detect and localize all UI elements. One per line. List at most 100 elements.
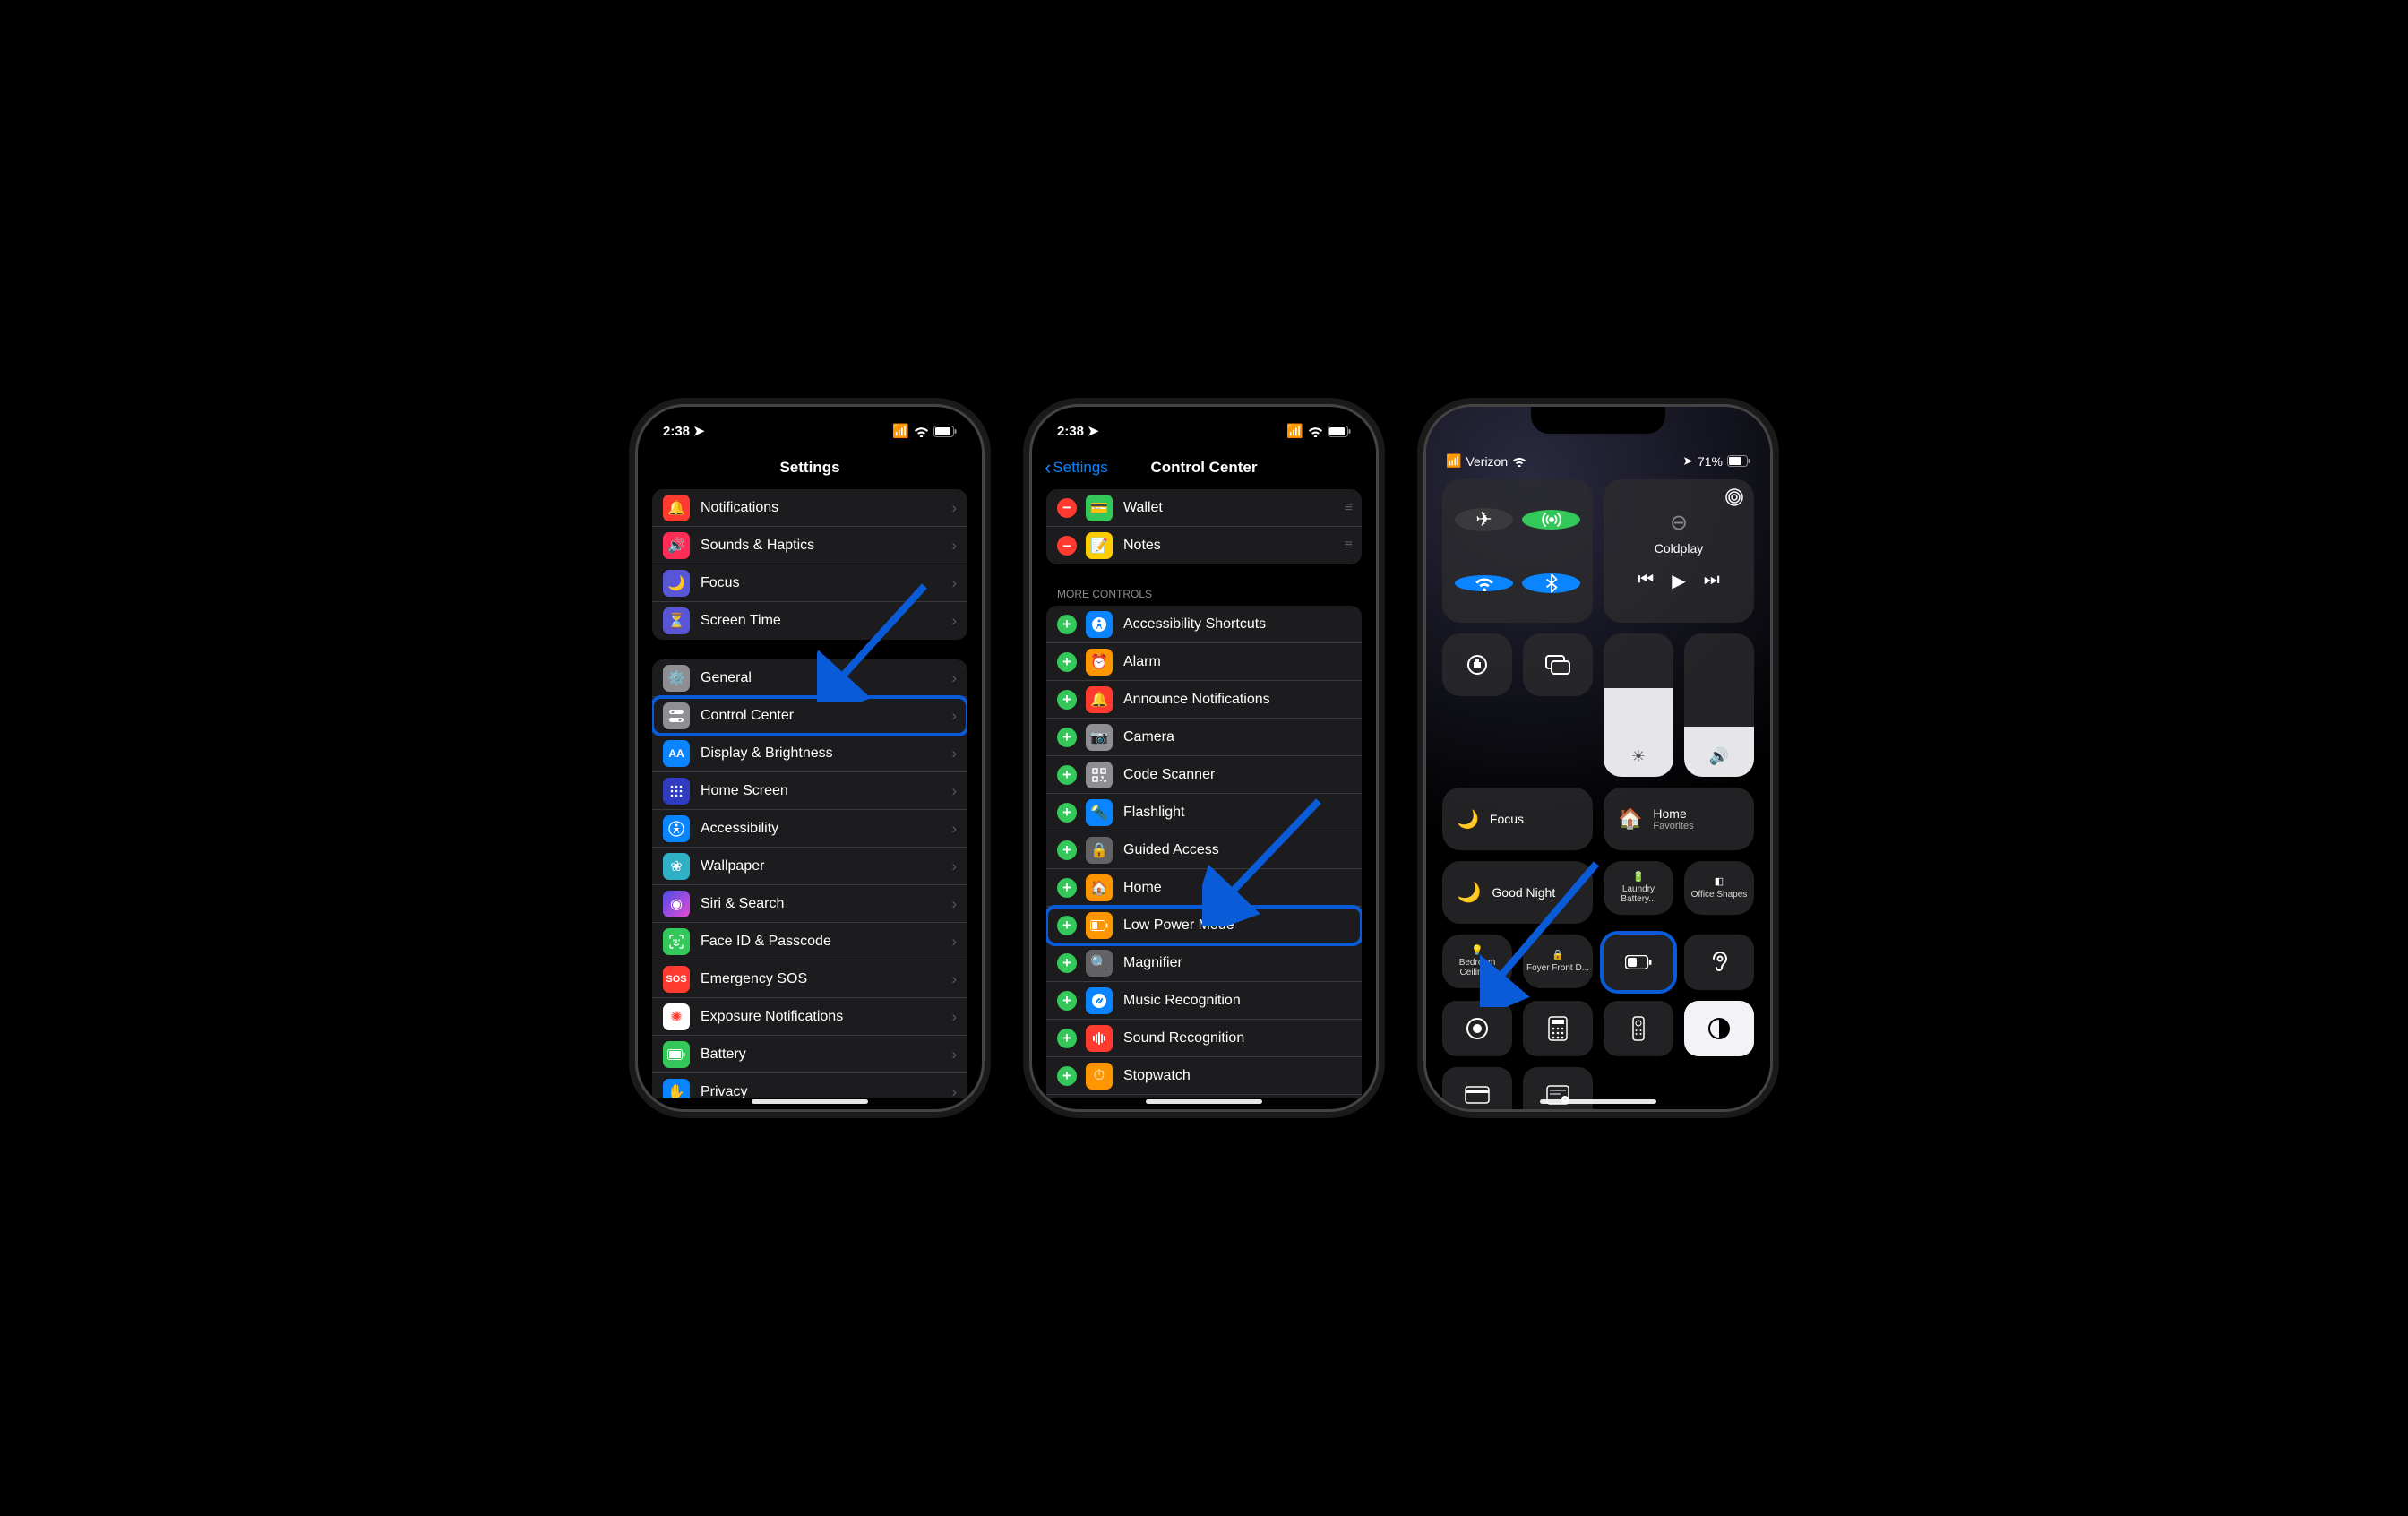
row-camera[interactable]: + 📷 Camera (1046, 719, 1362, 756)
media-tile[interactable]: ⊖ Coldplay ⏮ ▶ ⏭ (1604, 479, 1754, 623)
cellular-toggle[interactable] (1522, 510, 1580, 530)
airplay-audio-icon[interactable] (1725, 488, 1743, 509)
remote-button[interactable] (1604, 1001, 1673, 1056)
accessory-1[interactable]: 🔋 Laundry Battery... (1604, 861, 1673, 915)
row-guided-access[interactable]: + 🔒 Guided Access (1046, 831, 1362, 869)
remove-icon[interactable]: − (1057, 536, 1077, 556)
row-privacy[interactable]: ✋ Privacy › (652, 1073, 968, 1098)
add-icon[interactable]: + (1057, 728, 1077, 747)
row-sounds[interactable]: 🔊 Sounds & Haptics › (652, 527, 968, 564)
row-accessibility-shortcuts[interactable]: + Accessibility Shortcuts (1046, 606, 1362, 643)
row-display[interactable]: AA Display & Brightness › (652, 735, 968, 772)
chevron-right-icon: › (951, 857, 957, 875)
row-siri[interactable]: ◉ Siri & Search › (652, 885, 968, 923)
airplane-toggle[interactable]: ✈︎ (1455, 508, 1513, 531)
status-time: 2:38 (1057, 424, 1084, 439)
connectivity-tile[interactable]: ✈︎ (1442, 479, 1593, 623)
row-sos[interactable]: SOS Emergency SOS › (652, 960, 968, 998)
flower-icon: ❀ (663, 853, 690, 880)
home-tile[interactable]: 🏠 Home Favorites (1604, 788, 1754, 850)
wallet-button[interactable] (1442, 1067, 1512, 1112)
home-indicator[interactable] (1146, 1099, 1262, 1104)
row-stopwatch[interactable]: + ⏱ Stopwatch (1046, 1057, 1362, 1095)
screen-record-button[interactable] (1442, 1001, 1512, 1056)
add-icon[interactable]: + (1057, 953, 1077, 973)
add-icon[interactable]: + (1057, 765, 1077, 785)
wallet-icon: 💳 (1086, 495, 1113, 521)
accessory-4[interactable]: 🔒 Foyer Front D... (1523, 935, 1593, 988)
bluetooth-toggle[interactable] (1522, 573, 1580, 593)
add-icon[interactable]: + (1057, 1029, 1077, 1048)
row-control-center[interactable]: Control Center › (652, 697, 968, 735)
add-icon[interactable]: + (1057, 840, 1077, 860)
hand-icon: ✋ (663, 1079, 690, 1098)
add-icon[interactable]: + (1057, 878, 1077, 898)
screen-mirroring-button[interactable] (1523, 633, 1593, 696)
accessory-3[interactable]: 💡 Bedroom Ceiling... (1442, 935, 1512, 988)
back-button[interactable]: ‹ Settings (1045, 456, 1108, 479)
wifi-toggle[interactable] (1455, 575, 1513, 591)
brightness-slider[interactable]: ☀︎ (1604, 633, 1673, 777)
hearing-button[interactable] (1684, 935, 1754, 990)
drag-handle-icon[interactable]: ≡ (1345, 500, 1351, 516)
add-icon[interactable]: + (1057, 803, 1077, 823)
settings-group-2: ⚙️ General › Control Center › AA Display… (652, 659, 968, 1098)
accessory-2[interactable]: ◧ Office Shapes (1684, 861, 1754, 915)
row-announce[interactable]: + 🔔 Announce Notifications (1046, 681, 1362, 719)
row-notifications[interactable]: 🔔 Notifications › (652, 489, 968, 527)
wifi-icon (1308, 426, 1323, 437)
sun-icon: ☀︎ (1631, 747, 1646, 766)
chevron-right-icon: › (951, 895, 957, 913)
row-magnifier[interactable]: + 🔍 Magnifier (1046, 944, 1362, 982)
row-low-power[interactable]: + Low Power Mode (1046, 907, 1362, 944)
row-code-scanner[interactable]: + Code Scanner (1046, 756, 1362, 794)
row-flashlight[interactable]: + 🔦 Flashlight (1046, 794, 1362, 831)
remove-icon[interactable]: − (1057, 498, 1077, 518)
included-group: − 💳 Wallet ≡ − 📝 Notes ≡ (1046, 489, 1362, 564)
chevron-right-icon: › (951, 669, 957, 687)
quick-note-button[interactable]: + (1523, 1067, 1593, 1112)
chevron-right-icon: › (951, 499, 957, 517)
add-icon[interactable]: + (1057, 916, 1077, 935)
orientation-lock-toggle[interactable] (1442, 633, 1512, 696)
row-general[interactable]: ⚙️ General › (652, 659, 968, 697)
play-icon[interactable]: ▶ (1672, 570, 1685, 592)
row-faceid[interactable]: Face ID & Passcode › (652, 923, 968, 960)
dark-mode-toggle[interactable] (1684, 1001, 1754, 1056)
scene-tile[interactable]: 🌙 Good Night (1442, 861, 1593, 924)
nav-bar: ‹ Settings Control Center (1032, 450, 1376, 486)
row-home[interactable]: + 🏠 Home (1046, 869, 1362, 907)
add-icon[interactable]: + (1057, 615, 1077, 634)
row-exposure[interactable]: ✺ Exposure Notifications › (652, 998, 968, 1036)
row-battery[interactable]: Battery › (652, 1036, 968, 1073)
drag-handle-icon[interactable]: ≡ (1345, 538, 1351, 554)
home-indicator[interactable] (752, 1099, 868, 1104)
row-wallpaper[interactable]: ❀ Wallpaper › (652, 848, 968, 885)
prev-icon[interactable]: ⏮ (1638, 570, 1654, 592)
phone-settings: 2:38 ➤ 📶 Settings 🔔 Notifications › 🔊 (635, 404, 985, 1112)
row-screentime[interactable]: ⏳ Screen Time › (652, 602, 968, 640)
row-sound-recognition[interactable]: + Sound Recognition (1046, 1020, 1362, 1057)
add-icon[interactable]: + (1057, 652, 1077, 672)
row-accessibility[interactable]: Accessibility › (652, 810, 968, 848)
notch (1531, 407, 1665, 434)
add-icon[interactable]: + (1057, 690, 1077, 710)
add-icon[interactable]: + (1057, 991, 1077, 1011)
home-indicator[interactable] (1540, 1099, 1656, 1104)
low-power-toggle[interactable] (1604, 935, 1673, 990)
next-icon[interactable]: ⏭ (1704, 570, 1720, 592)
row-music-recognition[interactable]: + Music Recognition (1046, 982, 1362, 1020)
row-notes[interactable]: − 📝 Notes ≡ (1046, 527, 1362, 564)
row-focus[interactable]: 🌙 Focus › (652, 564, 968, 602)
volume-slider[interactable]: 🔊 (1684, 633, 1754, 777)
row-alarm[interactable]: + ⏰ Alarm (1046, 643, 1362, 681)
notes-icon: 📝 (1086, 532, 1113, 559)
grid-icon (663, 778, 690, 805)
calculator-button[interactable] (1523, 1001, 1593, 1056)
nav-title: Control Center (1151, 459, 1258, 477)
row-textsize[interactable]: + ᴀA Text Size (1046, 1095, 1362, 1098)
row-homescreen[interactable]: Home Screen › (652, 772, 968, 810)
row-wallet[interactable]: − 💳 Wallet ≡ (1046, 489, 1362, 527)
focus-button[interactable]: 🌙 Focus (1442, 788, 1593, 850)
add-icon[interactable]: + (1057, 1066, 1077, 1086)
